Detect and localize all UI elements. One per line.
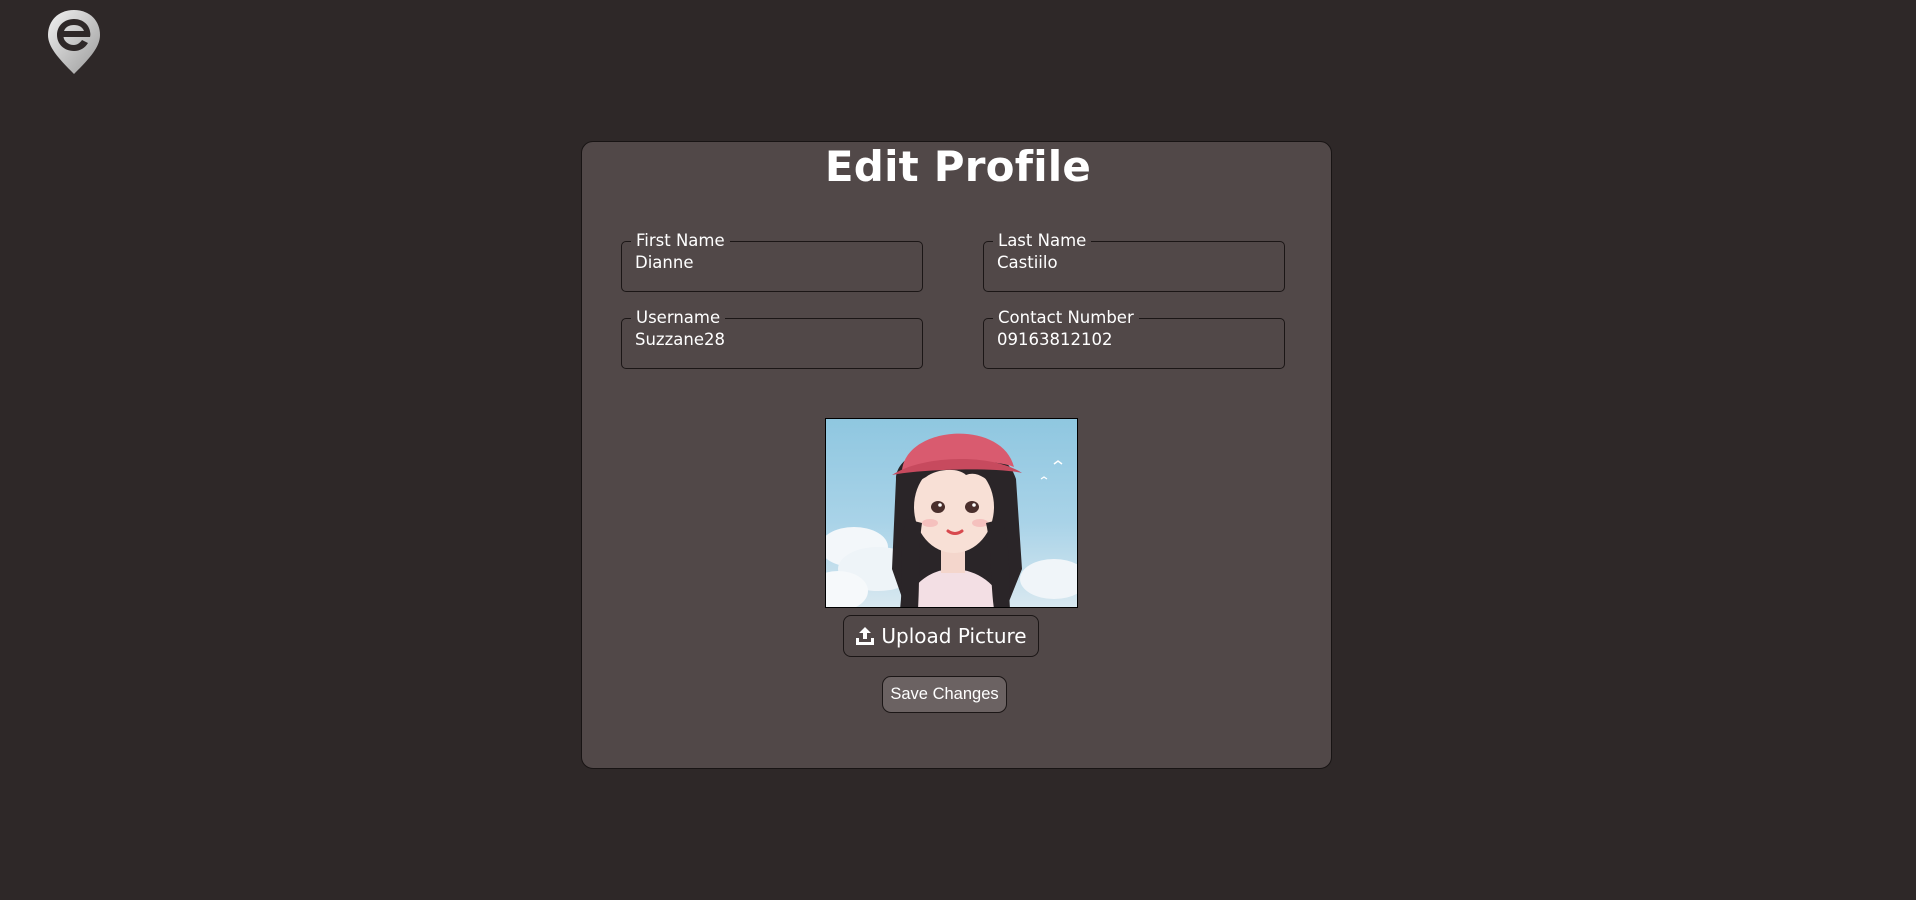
first-name-field: First Name: [621, 232, 923, 292]
upload-picture-label: Upload Picture: [881, 624, 1027, 648]
upload-icon: [855, 626, 875, 646]
username-label: Username: [636, 308, 721, 327]
username-field: Username: [621, 309, 923, 369]
contact-number-field: Contact Number: [983, 309, 1285, 369]
last-name-field: Last Name: [983, 232, 1285, 292]
first-name-input[interactable]: [634, 250, 910, 272]
last-name-label: Last Name: [998, 231, 1087, 250]
upload-picture-button[interactable]: Upload Picture: [843, 615, 1039, 657]
last-name-input[interactable]: [996, 250, 1272, 272]
first-name-label: First Name: [636, 231, 725, 250]
app-logo-icon[interactable]: [44, 6, 104, 76]
page-title: Edit Profile: [824, 142, 1092, 191]
contact-number-label: Contact Number: [998, 308, 1134, 327]
profile-picture: [825, 418, 1078, 608]
username-input[interactable]: [634, 327, 910, 349]
save-changes-button[interactable]: Save Changes: [882, 676, 1007, 713]
contact-number-input[interactable]: [996, 327, 1272, 349]
